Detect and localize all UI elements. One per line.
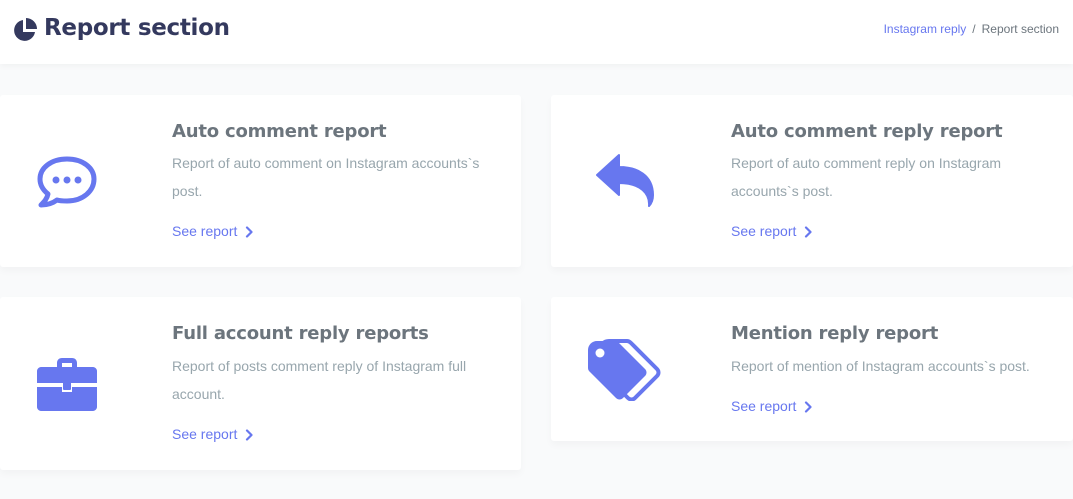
chevron-right-icon — [246, 429, 253, 441]
chevron-right-icon — [805, 226, 812, 238]
card-title: Auto comment report — [172, 121, 387, 142]
breadcrumb-item-instagram-reply[interactable]: Instagram reply — [884, 22, 967, 36]
chevron-right-icon — [805, 401, 812, 413]
card-mention-reply-report: Mention reply report Report of mention o… — [551, 297, 1073, 441]
card-title: Full account reply reports — [172, 323, 429, 344]
briefcase-icon — [37, 358, 97, 411]
page-title: Report section — [44, 15, 230, 41]
card-description: Report of mention of Instagram accounts`… — [731, 358, 1030, 374]
card-title: Auto comment reply report — [731, 121, 1003, 142]
see-report-label: See report — [172, 426, 238, 442]
breadcrumb-item-current: Report section — [981, 22, 1059, 36]
see-report-label: See report — [731, 223, 797, 239]
card-auto-comment-report: Auto comment report Report of auto comme… — [0, 95, 521, 267]
section-header: Report section Instagram reply / Report se… — [0, 0, 1073, 64]
comment-dots-icon — [37, 156, 97, 208]
see-report-label: See report — [731, 398, 797, 414]
card-description: Report of posts comment reply of Instagr… — [172, 358, 467, 402]
chevron-right-icon — [246, 226, 253, 238]
pie-chart-icon — [14, 18, 37, 41]
see-report-link[interactable]: See report — [731, 398, 812, 414]
breadcrumb-separator: / — [972, 22, 976, 36]
card-description: Report of auto comment reply on Instagra… — [731, 155, 1002, 199]
tags-icon — [588, 339, 661, 401]
card-full-account-reply-reports: Full account reply reports Report of pos… — [0, 297, 521, 470]
see-report-link[interactable]: See report — [172, 426, 253, 442]
card-description: Report of auto comment on Instagram acco… — [172, 155, 480, 199]
reply-icon — [596, 154, 654, 207]
see-report-link[interactable]: See report — [731, 223, 812, 239]
card-title: Mention reply report — [731, 323, 939, 344]
see-report-label: See report — [172, 223, 238, 239]
breadcrumb: Instagram reply / Report section — [884, 22, 1059, 36]
see-report-link[interactable]: See report — [172, 223, 253, 239]
card-auto-comment-reply-report: Auto comment reply report Report of auto… — [551, 95, 1073, 267]
